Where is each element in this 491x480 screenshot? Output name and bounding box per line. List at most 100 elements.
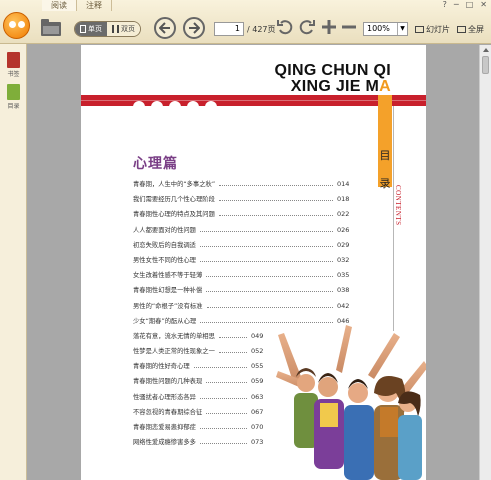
toc-row[interactable]: 青春期性幻想是一种补偿 038 bbox=[133, 283, 403, 298]
toc-leader bbox=[199, 443, 247, 445]
slideshow-label: 幻灯片 bbox=[426, 25, 450, 34]
toc-row[interactable]: 人人都要面对的性问题 026 bbox=[133, 223, 403, 238]
toc-page-number: 067 bbox=[251, 407, 264, 416]
single-page-button[interactable]: 单页 bbox=[75, 22, 107, 36]
toolbar: 阅读 注释 ? ─ □ ✕ 单页 双页 1 / 427页 100% ▼ 幻灯片 … bbox=[0, 0, 491, 44]
next-page-button[interactable] bbox=[183, 17, 205, 39]
toc-row[interactable]: 男性女性不同的性心理 032 bbox=[133, 253, 403, 268]
sidebar-item-toc[interactable]: 目录 bbox=[3, 84, 24, 110]
maximize-icon[interactable]: □ bbox=[466, 0, 474, 10]
toc-leader bbox=[219, 185, 333, 186]
toc-title: 青春期性心理的特点及其问题 bbox=[133, 211, 215, 219]
toc-title: 落花有意，流水无情的单相思 bbox=[133, 332, 215, 340]
document-viewport[interactable]: QING CHUN QI XING JIE MA 目 录 CONTENTS 心理… bbox=[28, 45, 479, 480]
toc-leader bbox=[199, 428, 247, 429]
chevron-down-icon: ▼ bbox=[397, 23, 407, 35]
fullscreen-icon bbox=[457, 26, 466, 33]
close-icon[interactable]: ✕ bbox=[480, 0, 487, 10]
toc-title: 男性女性不同的性心理 bbox=[133, 256, 196, 264]
toc-leader bbox=[206, 412, 247, 414]
vertical-scrollbar[interactable] bbox=[479, 45, 491, 480]
toc-title: 初恋失败后的自我调适 bbox=[133, 241, 196, 249]
minimize-icon[interactable]: ─ bbox=[454, 0, 459, 10]
toc-title: 女生改着性感不等于轻薄 bbox=[133, 272, 203, 280]
toc-title: 青春期性问题的几种表现 bbox=[133, 378, 203, 386]
slideshow-button[interactable]: 幻灯片 bbox=[415, 24, 450, 35]
toc-title: 男性的“命根子”没有标准 bbox=[133, 302, 203, 310]
tab-bar: 阅读 注释 bbox=[42, 0, 112, 11]
tab-read[interactable]: 阅读 bbox=[42, 0, 77, 11]
sidebar-item-label: 书签 bbox=[7, 71, 20, 78]
double-page-label: 双页 bbox=[121, 25, 135, 33]
page-total-label: / 427页 bbox=[247, 25, 276, 34]
rotate-left-icon[interactable] bbox=[276, 18, 294, 36]
decor-dot bbox=[169, 101, 181, 113]
tab-notes[interactable]: 注释 bbox=[77, 0, 112, 11]
toc-row[interactable]: 初恋失败后的自我调适 029 bbox=[133, 238, 403, 253]
single-page-icon bbox=[80, 25, 86, 33]
title-line-2: XING JIE MA bbox=[275, 79, 392, 95]
arrow-right-icon bbox=[189, 22, 200, 34]
toc-page-number: 035 bbox=[337, 271, 350, 280]
toc-page-number: 073 bbox=[251, 438, 264, 447]
app-logo-icon[interactable] bbox=[3, 12, 30, 39]
decor-dot bbox=[187, 101, 199, 113]
toc-page-number: 022 bbox=[337, 210, 350, 219]
toc-title: 网络性爱成瘾惨害多多 bbox=[133, 439, 196, 447]
toc-page-number: 029 bbox=[337, 240, 350, 249]
toc-title: 性梦是人类正常的性现象之一 bbox=[133, 348, 215, 356]
title-line-1: QING CHUN QI bbox=[274, 62, 391, 79]
toc-page-number: 049 bbox=[251, 331, 264, 340]
toc-leader bbox=[199, 245, 333, 247]
sidebar-item-bookmark[interactable]: 书签 bbox=[3, 52, 24, 78]
view-mode-toggle: 单页 双页 bbox=[74, 21, 141, 37]
page-number-input[interactable]: 1 bbox=[214, 22, 244, 36]
toc-page-number: 070 bbox=[251, 423, 264, 431]
toc-leader bbox=[206, 306, 333, 308]
toc-row[interactable]: 我们需要经历几个性心理阶段 018 bbox=[133, 192, 403, 207]
page-title: QING CHUN QI XING JIE MA bbox=[275, 63, 392, 95]
toc-icon bbox=[7, 84, 20, 100]
toc-leader bbox=[218, 336, 247, 338]
toc-row[interactable]: 青春期，人生中的“多事之秋” 014 bbox=[133, 177, 403, 192]
window-controls: ? ─ □ ✕ bbox=[443, 0, 487, 10]
toc-leader bbox=[206, 291, 333, 293]
toc-page-number: 055 bbox=[251, 362, 264, 371]
decor-dot bbox=[133, 101, 145, 113]
toc-leader bbox=[218, 200, 333, 202]
toc-title: 我们需要经历几个性心理阶段 bbox=[133, 196, 215, 204]
toc-row[interactable]: 女生改着性感不等于轻薄 035 bbox=[133, 268, 403, 283]
toc-row[interactable]: 男性的“命根子”没有标准 042 bbox=[133, 299, 403, 314]
decor-dot bbox=[205, 101, 217, 113]
toc-title: 青春期性幻想是一种补偿 bbox=[133, 287, 203, 295]
decor-dot bbox=[151, 101, 163, 113]
toc-page-number: 059 bbox=[251, 377, 264, 386]
toc-page-number: 014 bbox=[337, 180, 350, 188]
scroll-up-arrow-icon[interactable] bbox=[483, 48, 489, 52]
previous-page-button[interactable] bbox=[154, 17, 176, 39]
toc-leader bbox=[199, 230, 333, 232]
toc-row[interactable]: 青春期性心理的特点及其问题 022 bbox=[133, 207, 403, 222]
title-line-2-accent: A bbox=[379, 78, 391, 95]
rotate-right-icon[interactable] bbox=[298, 18, 316, 36]
toc-title: 青春期的性好奇心理 bbox=[133, 363, 190, 371]
toc-page-number: 052 bbox=[251, 347, 264, 356]
fullscreen-button[interactable]: 全屏 bbox=[457, 24, 484, 35]
scrollbar-thumb[interactable] bbox=[482, 56, 489, 74]
zoom-out-icon[interactable] bbox=[340, 18, 358, 36]
zoom-in-icon[interactable] bbox=[320, 18, 338, 36]
toc-title: 青春期，人生中的“多事之秋” bbox=[133, 181, 216, 188]
header-bar-line bbox=[81, 100, 426, 101]
mulu-char: 目 bbox=[379, 149, 391, 162]
zoom-value: 100% bbox=[367, 24, 390, 33]
double-page-icon bbox=[112, 25, 119, 33]
double-page-button[interactable]: 双页 bbox=[107, 22, 140, 36]
toc-title: 不容忽视的青春期综合征 bbox=[133, 408, 203, 416]
slideshow-icon bbox=[415, 26, 424, 33]
zoom-select[interactable]: 100% ▼ bbox=[363, 22, 408, 36]
help-icon[interactable]: ? bbox=[443, 0, 447, 10]
arrow-left-icon bbox=[159, 22, 170, 34]
toc-leader bbox=[193, 367, 247, 369]
toc-leader bbox=[206, 276, 333, 278]
open-folder-icon[interactable] bbox=[41, 19, 61, 36]
